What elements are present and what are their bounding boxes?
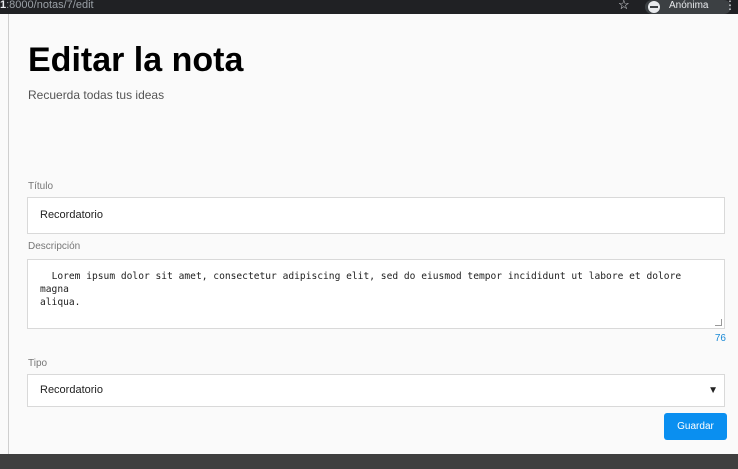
chevron-down-icon: ▼	[708, 385, 718, 396]
profile-button[interactable]: Anónima	[645, 0, 731, 14]
type-select[interactable]: Recordatorio ▼	[27, 374, 725, 407]
description-textarea[interactable]: Lorem ipsum dolor sit amet, consectetur …	[27, 259, 725, 329]
address-bar[interactable]: 1:8000/notas/7/edit	[0, 0, 94, 11]
description-text: Lorem ipsum dolor sit amet, consectetur …	[40, 271, 682, 308]
browser-toolbar: 1:8000/notas/7/edit ☆ Anónima ⋮	[0, 0, 738, 14]
page-left-border	[8, 14, 9, 454]
type-selected-value: Recordatorio	[40, 384, 103, 396]
page-title: Editar la nota	[28, 41, 244, 79]
profile-label: Anónima	[669, 0, 709, 11]
bookmark-star-icon[interactable]: ☆	[618, 0, 630, 12]
incognito-icon	[648, 1, 660, 13]
character-counter: 76	[714, 333, 726, 344]
taskbar	[0, 454, 738, 469]
description-label: Descripción	[28, 241, 81, 252]
url-text: :8000/notas/7/edit	[6, 0, 94, 11]
page-subtitle: Recuerda todas tus ideas	[28, 88, 165, 102]
browser-menu-icon[interactable]: ⋮	[724, 0, 736, 12]
title-input[interactable]: Recordatorio	[27, 197, 725, 234]
resize-handle-icon[interactable]	[715, 319, 722, 326]
type-label: Tipo	[28, 358, 48, 369]
title-label: Título	[28, 181, 54, 192]
save-button[interactable]: Guardar	[664, 413, 727, 440]
